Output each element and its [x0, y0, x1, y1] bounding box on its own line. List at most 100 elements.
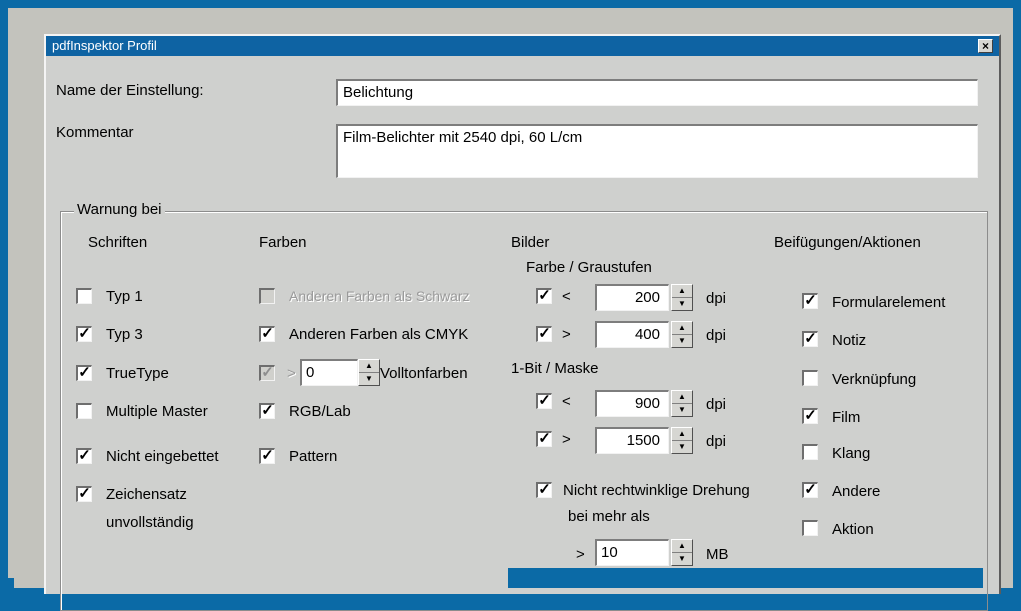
checkbox-truetype[interactable]: ✓ — [76, 365, 92, 381]
dpi-unit-label: dpi — [706, 396, 727, 413]
type3-label: Typ 3 — [106, 326, 143, 343]
checkbox-spot-colors[interactable]: ✓ — [259, 365, 275, 381]
bitmask-header: 1-Bit / Maske — [511, 360, 599, 377]
note-label: Notiz — [832, 332, 867, 349]
images-header: Bilder — [511, 234, 550, 251]
checkbox-type3[interactable]: ✓ — [76, 326, 92, 342]
bitmask-min-dpi-input[interactable]: 900 — [595, 390, 669, 417]
checkbox-form-element[interactable]: ✓ — [802, 293, 818, 309]
check-icon: ✓ — [78, 486, 91, 502]
name-input[interactable]: Belichtung — [336, 79, 978, 106]
size-op: > — [576, 546, 585, 563]
attachments-header: Beifügungen/Aktionen — [774, 234, 921, 251]
checkbox-film[interactable]: ✓ — [802, 408, 818, 424]
not-embedded-label: Nicht eingebettet — [106, 448, 219, 465]
color-max-dpi-spinner[interactable]: ▲ ▼ — [671, 321, 693, 348]
other-label: Andere — [832, 483, 881, 500]
spin-down-icon[interactable]: ▼ — [672, 403, 692, 415]
check-icon: ✓ — [538, 288, 551, 304]
checkbox-multiple-master[interactable] — [76, 403, 92, 419]
color-max-dpi-input[interactable]: 400 — [595, 321, 669, 348]
truetype-label: TrueType — [106, 365, 169, 382]
checkbox-non-cmyk[interactable]: ✓ — [259, 326, 275, 342]
profile-dialog: pdfInspektor Profil × Name der Einstellu… — [44, 34, 1001, 611]
checkbox-bitmask-max-dpi[interactable]: ✓ — [536, 431, 552, 447]
color-max-op: > — [562, 326, 571, 343]
close-button[interactable]: × — [978, 39, 993, 53]
color-grayscale-header: Farbe / Graustufen — [526, 259, 652, 276]
window-title: pdfInspektor Profil — [52, 38, 157, 53]
rgb-lab-label: RGB/Lab — [289, 403, 351, 420]
spin-down-icon[interactable]: ▼ — [359, 372, 379, 384]
charset-label-line2: unvollständig — [106, 514, 194, 531]
check-icon: ✓ — [804, 408, 817, 424]
sound-label: Klang — [832, 445, 871, 462]
checkbox-other[interactable]: ✓ — [802, 482, 818, 498]
checkbox-sound[interactable] — [802, 444, 818, 460]
form-element-label: Formularelement — [832, 294, 946, 311]
spin-down-icon[interactable]: ▼ — [672, 552, 692, 564]
size-mb-spinner[interactable]: ▲ ▼ — [671, 539, 693, 566]
checkbox-rotation[interactable]: ✓ — [536, 482, 552, 498]
checkbox-color-max-dpi[interactable]: ✓ — [536, 326, 552, 342]
checkbox-link[interactable] — [802, 370, 818, 386]
color-min-op: < — [562, 288, 571, 305]
dpi-unit-label: dpi — [706, 327, 727, 344]
spin-up-icon[interactable]: ▲ — [672, 322, 692, 334]
check-icon: ✓ — [538, 431, 551, 447]
rotation-label: Nicht rechtwinklige Drehung — [563, 482, 750, 499]
check-icon: ✓ — [538, 393, 551, 409]
spin-up-icon[interactable]: ▲ — [672, 428, 692, 440]
size-mb-input[interactable]: 10 — [595, 539, 669, 566]
check-icon: ✓ — [804, 331, 817, 347]
bitmask-max-dpi-input[interactable]: 1500 — [595, 427, 669, 454]
check-icon: ✓ — [261, 326, 274, 342]
check-icon: ✓ — [78, 326, 91, 342]
spot-colors-count-input[interactable]: 0 — [300, 359, 358, 386]
checkbox-non-black[interactable] — [259, 288, 275, 304]
checkbox-color-min-dpi[interactable]: ✓ — [536, 288, 552, 304]
fonts-header: Schriften — [88, 234, 148, 251]
charset-label-line1: Zeichensatz — [106, 486, 187, 503]
spin-down-icon[interactable]: ▼ — [672, 440, 692, 452]
non-cmyk-label: Anderen Farben als CMYK — [289, 326, 469, 343]
checkbox-rgb-lab[interactable]: ✓ — [259, 403, 275, 419]
warning-group-label: Warnung bei — [74, 201, 165, 218]
spot-colors-label: Volltonfarben — [380, 365, 468, 382]
more-than-label: bei mehr als — [568, 508, 650, 525]
comment-textarea[interactable]: Film-Belichter mit 2540 dpi, 60 L/cm — [336, 124, 978, 178]
spin-down-icon[interactable]: ▼ — [672, 334, 692, 346]
spin-up-icon[interactable]: ▲ — [359, 360, 379, 372]
checkbox-charset-incomplete[interactable]: ✓ — [76, 486, 92, 502]
check-icon: ✓ — [261, 448, 274, 464]
check-icon: ✓ — [78, 448, 91, 464]
spin-up-icon[interactable]: ▲ — [672, 391, 692, 403]
check-icon: ✓ — [538, 482, 551, 498]
title-bar[interactable]: pdfInspektor Profil × — [46, 36, 999, 56]
check-icon: ✓ — [78, 365, 91, 381]
checkbox-pattern[interactable]: ✓ — [259, 448, 275, 464]
spin-down-icon[interactable]: ▼ — [672, 297, 692, 309]
action-label: Aktion — [832, 521, 874, 538]
blue-corner-strip — [0, 578, 14, 588]
checkbox-bitmask-min-dpi[interactable]: ✓ — [536, 393, 552, 409]
bitmask-min-dpi-spinner[interactable]: ▲ ▼ — [671, 390, 693, 417]
spin-up-icon[interactable]: ▲ — [672, 540, 692, 552]
bitmask-min-op: < — [562, 393, 571, 410]
colors-header: Farben — [259, 234, 307, 251]
spin-up-icon[interactable]: ▲ — [672, 285, 692, 297]
checkbox-action[interactable] — [802, 520, 818, 536]
spot-colors-spinner[interactable]: ▲ ▼ — [358, 359, 380, 386]
checkbox-note[interactable]: ✓ — [802, 331, 818, 347]
color-min-dpi-input[interactable]: 200 — [595, 284, 669, 311]
non-black-label: Anderen Farben als Schwarz — [289, 288, 470, 304]
checkbox-not-embedded[interactable]: ✓ — [76, 448, 92, 464]
checkbox-type1[interactable] — [76, 288, 92, 304]
mb-unit-label: MB — [706, 546, 729, 563]
check-icon: ✓ — [261, 365, 274, 381]
check-icon: ✓ — [804, 293, 817, 309]
film-label: Film — [832, 409, 861, 426]
name-label: Name der Einstellung: — [56, 82, 204, 99]
color-min-dpi-spinner[interactable]: ▲ ▼ — [671, 284, 693, 311]
bitmask-max-dpi-spinner[interactable]: ▲ ▼ — [671, 427, 693, 454]
